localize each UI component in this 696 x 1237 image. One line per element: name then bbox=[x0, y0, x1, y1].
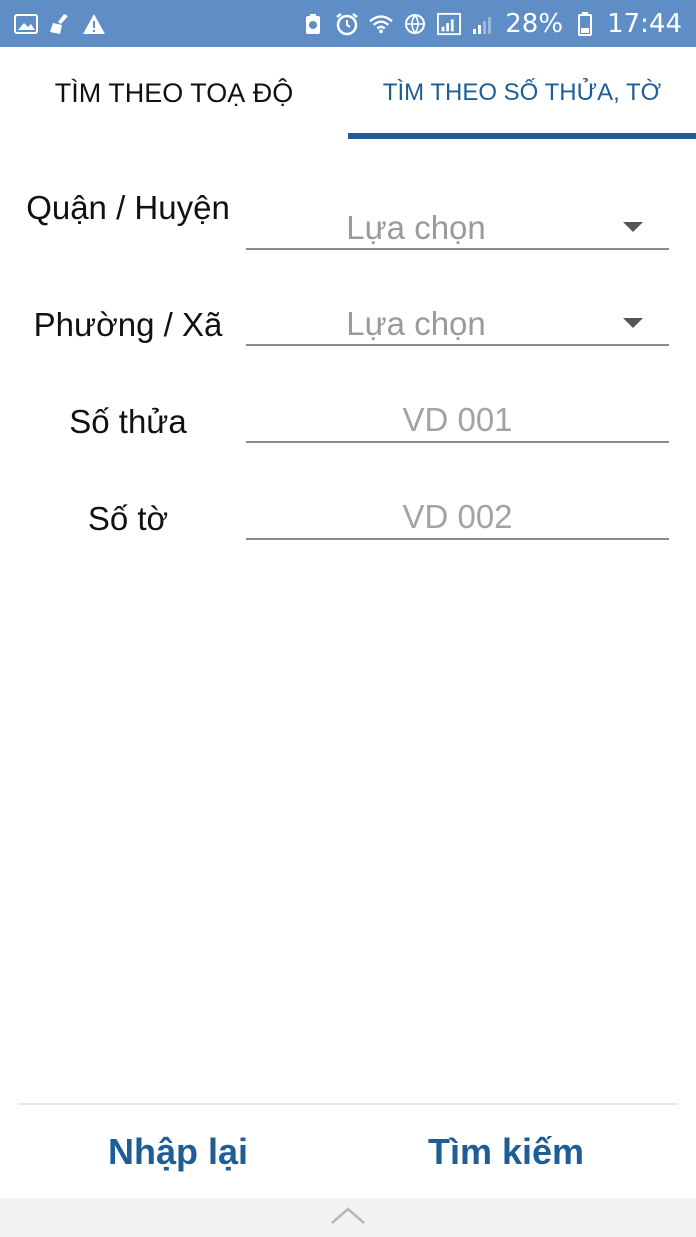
navigation-bar bbox=[0, 1198, 696, 1237]
status-bar: 28% 17:44 bbox=[0, 0, 696, 47]
parcel-field bbox=[246, 399, 669, 443]
status-left-icons bbox=[14, 12, 106, 36]
dropdown-arrow-icon bbox=[623, 222, 643, 232]
tab-search-by-coordinates[interactable]: TÌM THEO TOẠ ĐỘ bbox=[0, 47, 348, 139]
district-select[interactable]: Lựa chọn bbox=[246, 206, 669, 250]
dropdown-arrow-icon bbox=[623, 318, 643, 328]
sheet-field bbox=[246, 496, 669, 540]
battery-saver-icon bbox=[301, 12, 325, 36]
sheet-row: Số tờ bbox=[0, 496, 696, 548]
battery-percent: 28% bbox=[505, 8, 564, 39]
sheet-label: Số tờ bbox=[87, 500, 169, 537]
battery-icon bbox=[573, 11, 597, 36]
action-divider bbox=[18, 1103, 678, 1105]
ward-row: Phường / Xã Lựa chọn bbox=[0, 302, 696, 354]
globe-icon bbox=[403, 12, 427, 36]
cleaner-icon bbox=[48, 12, 72, 36]
parcel-row: Số thửa bbox=[0, 399, 696, 451]
tab-bar: TÌM THEO TOẠ ĐỘ TÌM THEO SỐ THỬA, TỜ bbox=[0, 47, 696, 139]
parcel-input[interactable] bbox=[246, 399, 669, 441]
image-icon bbox=[14, 12, 38, 36]
district-row: Quận / Huyện Lựa chọn bbox=[0, 185, 696, 275]
signal-icon-2 bbox=[471, 12, 495, 36]
status-right-icons: 28% 17:44 bbox=[301, 9, 682, 39]
alarm-icon bbox=[335, 12, 359, 36]
reset-button[interactable]: Nhập lại bbox=[58, 1120, 298, 1184]
sheet-input[interactable] bbox=[246, 496, 669, 538]
clock: 17:44 bbox=[607, 8, 682, 39]
district-select-value: Lựa chọn bbox=[346, 209, 486, 246]
wifi-icon bbox=[369, 12, 394, 36]
district-label: Quận / Huyện bbox=[26, 189, 230, 226]
ward-select[interactable]: Lựa chọn bbox=[246, 302, 669, 346]
chevron-up-icon[interactable] bbox=[330, 1205, 366, 1230]
ward-select-value: Lựa chọn bbox=[346, 305, 486, 342]
signal-icon bbox=[437, 12, 462, 36]
parcel-label: Số thửa bbox=[69, 403, 187, 440]
search-button[interactable]: Tìm kiếm bbox=[386, 1120, 626, 1184]
warning-icon bbox=[82, 12, 106, 36]
tab-search-by-parcel-sheet[interactable]: TÌM THEO SỐ THỬA, TỜ bbox=[348, 47, 696, 139]
ward-label: Phường / Xã bbox=[33, 306, 223, 343]
